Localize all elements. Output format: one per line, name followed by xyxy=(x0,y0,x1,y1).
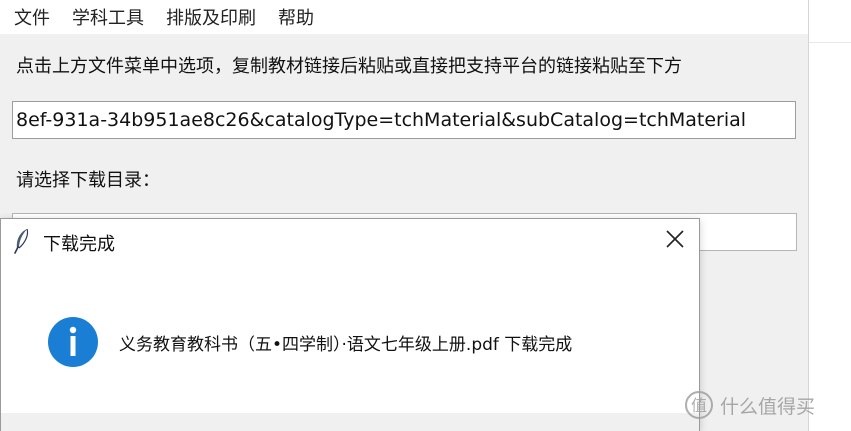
info-icon xyxy=(47,316,99,368)
instruction-text: 点击上方文件菜单中选项，复制教材链接后粘贴或直接把支持平台的链接粘贴至下方 xyxy=(16,56,682,77)
download-complete-dialog: 下载完成 义务教育教科书（五•四学制）·语文七年级上册.pdf 下载完成 xyxy=(0,218,700,431)
menu-subject-tools[interactable]: 学科工具 xyxy=(72,4,144,30)
dialog-titlebar[interactable]: 下载完成 xyxy=(1,219,699,263)
background-window-strip xyxy=(809,0,851,43)
watermark-logo-icon: 值 xyxy=(684,390,714,420)
menu-help[interactable]: 帮助 xyxy=(278,4,314,30)
close-button[interactable] xyxy=(658,225,692,257)
svg-text:值: 值 xyxy=(691,396,707,415)
watermark: 值 什么值得买 xyxy=(684,390,815,420)
menu-layout-print[interactable]: 排版及印刷 xyxy=(166,4,256,30)
menu-file[interactable]: 文件 xyxy=(14,4,50,30)
dialog-message: 义务教育教科书（五•四学制）·语文七年级上册.pdf 下载完成 xyxy=(119,335,573,355)
close-icon xyxy=(665,229,685,253)
dialog-title: 下载完成 xyxy=(43,234,115,255)
menubar: 文件 学科工具 排版及印刷 帮助 xyxy=(0,0,808,34)
dialog-footer xyxy=(1,413,699,431)
download-dir-label: 请选择下载目录： xyxy=(16,170,160,191)
url-input[interactable] xyxy=(12,101,796,139)
feather-icon xyxy=(12,228,32,254)
watermark-text: 什么值得买 xyxy=(720,395,816,418)
